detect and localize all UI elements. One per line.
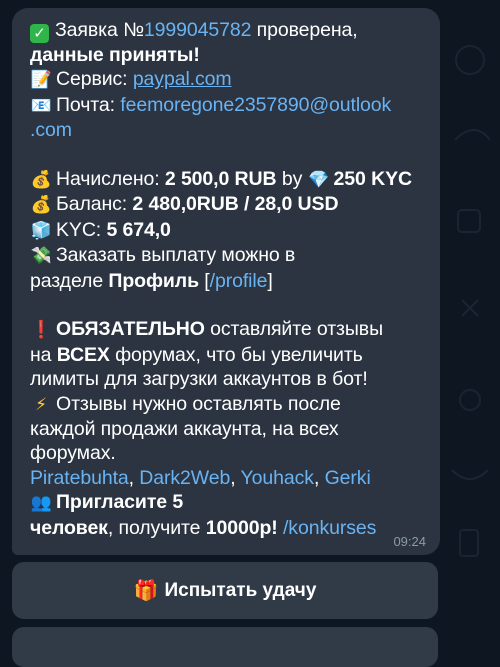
email-link-continued[interactable]: .com (30, 119, 72, 141)
message-time: 09:24 (393, 534, 426, 549)
profile-command-link[interactable]: /profile (210, 270, 268, 292)
red-exclamation-icon: ❗ (30, 320, 52, 340)
try-luck-button[interactable]: 🎁 Испытать удачу (12, 562, 438, 619)
money-with-wings-icon: 💸 (30, 246, 52, 266)
request-id-link[interactable]: 1999045782 (144, 19, 252, 41)
forum-link-youhack[interactable]: Youhack (241, 467, 315, 489)
email-link[interactable]: feemoregone2357890@outlook (120, 94, 391, 116)
ice-cube-icon: 🧊 (30, 220, 52, 240)
check-mark-button-icon: ✓ (30, 24, 49, 43)
kyc-amount: 5 674,0 (106, 218, 171, 241)
money-bag-icon: 💰 (30, 170, 52, 190)
message-text: ✓ Заявка №1999045782 проверена, данные пр… (30, 19, 413, 539)
try-luck-button-label: Испытать удачу (164, 579, 317, 601)
high-voltage-icon: ⚡ (35, 394, 47, 414)
balance-amount: 2 480,0RUB / 28,0 USD (132, 193, 339, 216)
accrued-kyc: 250 KYC (333, 168, 413, 191)
message-bubble: ✓ Заявка №1999045782 проверена, данные пр… (12, 8, 440, 555)
accrued-amount: 2 500,0 RUB (164, 168, 277, 191)
memo-icon: 📝 (30, 70, 52, 90)
gem-stone-icon: 💎 (307, 170, 330, 190)
next-inline-button[interactable] (12, 627, 438, 667)
konkurses-command-link[interactable]: /konkurses (283, 517, 376, 539)
forum-link-dark2web[interactable]: Dark2Web (139, 467, 230, 489)
gift-icon: 🎁 (133, 580, 159, 602)
forum-link-piratebuhta[interactable]: Piratebuhta (30, 467, 129, 489)
money-bag-icon: 💰 (30, 195, 52, 215)
service-link[interactable]: paypal.com (133, 68, 232, 90)
busts-icon: 👥 (30, 493, 52, 513)
forum-link-gerki[interactable]: Gerki (325, 467, 371, 489)
envelope-icon: 📧 (30, 95, 52, 115)
